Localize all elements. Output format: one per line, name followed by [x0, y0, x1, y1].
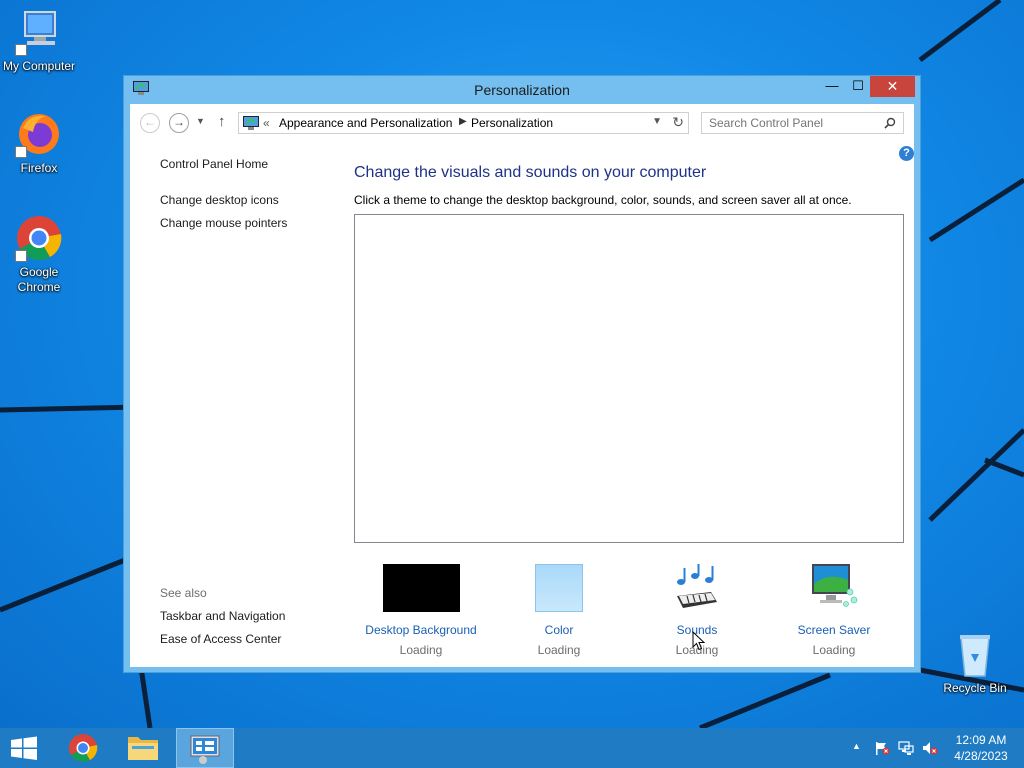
change-mouse-pointers-link[interactable]: Change mouse pointers: [160, 216, 287, 230]
taskbar: ▲ 12:09 AM 4/28/2023: [0, 728, 1024, 768]
screen-saver-item[interactable]: Screen Saver Loading: [764, 562, 904, 657]
refresh-icon[interactable]: ↻: [672, 114, 684, 131]
desktop-icon-label: My Computer: [2, 59, 76, 73]
window-content: ← → ▼ ↑ « Appearance and Personalization…: [130, 104, 914, 667]
breadcrumb-appearance[interactable]: Appearance and Personalization: [279, 116, 452, 130]
desktop-icon-label: Firefox: [20, 161, 58, 175]
sounds-icon[interactable]: [671, 562, 723, 612]
page-description: Click a theme to change the desktop back…: [354, 193, 852, 207]
clock-time[interactable]: 12:09 AM: [948, 733, 1014, 747]
desktop-icon-google-chrome[interactable]: Google Chrome: [0, 214, 78, 295]
volume-muted-icon[interactable]: [922, 741, 938, 755]
desktop-icon-my-computer[interactable]: My Computer: [0, 8, 78, 74]
screen-saver-icon[interactable]: [808, 562, 860, 612]
start-button[interactable]: [0, 728, 48, 768]
breadcrumb-overflow[interactable]: «: [263, 116, 270, 130]
recent-locations-dropdown[interactable]: ▼: [196, 116, 205, 126]
computer-icon: [15, 8, 63, 56]
taskbar-file-explorer[interactable]: [116, 728, 170, 768]
desktop-background-status: Loading: [399, 643, 443, 657]
taskbar-chrome[interactable]: [56, 728, 110, 768]
desktop-background-link[interactable]: Desktop Background: [351, 623, 491, 637]
see-also-header: See also: [160, 586, 207, 600]
address-bar[interactable]: « Appearance and Personalization ▶ Perso…: [238, 112, 689, 134]
window-title: Personalization: [474, 82, 570, 98]
page-title: Change the visuals and sounds on your co…: [354, 164, 707, 181]
back-button[interactable]: ←: [140, 113, 160, 133]
show-hidden-icons-button[interactable]: ▲: [852, 741, 861, 751]
forward-button[interactable]: →: [169, 113, 189, 133]
title-bar[interactable]: Personalization — ☐ ✕: [124, 76, 920, 104]
control-panel-icon: [190, 735, 220, 764]
search-input[interactable]: [709, 114, 884, 132]
help-icon[interactable]: ?: [899, 146, 914, 161]
desktop-icon-recycle-bin[interactable]: Recycle Bin: [936, 630, 1014, 696]
desktop-icon-firefox[interactable]: Firefox: [0, 110, 78, 176]
close-button[interactable]: ✕: [870, 76, 915, 97]
action-center-flag-icon[interactable]: [874, 741, 890, 755]
chrome-icon: [15, 214, 63, 262]
maximize-button[interactable]: ☐: [844, 76, 872, 97]
change-desktop-icons-link[interactable]: Change desktop icons: [160, 193, 279, 207]
screen-saver-status: Loading: [812, 643, 856, 657]
personalization-window: Personalization — ☐ ✕ ← → ▼ ↑ « Appearan…: [123, 75, 921, 673]
theme-list[interactable]: [354, 214, 904, 543]
color-item[interactable]: Color Loading: [489, 562, 629, 657]
chevron-down-icon[interactable]: ▼: [652, 116, 662, 127]
up-button[interactable]: ↑: [218, 113, 226, 130]
mouse-cursor-icon: [692, 631, 706, 651]
color-link[interactable]: Color: [489, 623, 629, 637]
breadcrumb-separator-icon[interactable]: ▶: [459, 116, 467, 127]
search-box[interactable]: [701, 112, 904, 134]
sounds-item[interactable]: Sounds Loading: [627, 562, 767, 657]
breadcrumb-personalization[interactable]: Personalization: [471, 116, 553, 130]
desktop-icon-label: Google Chrome: [17, 265, 61, 294]
desktop-background-item[interactable]: Desktop Background Loading: [351, 562, 491, 657]
network-icon[interactable]: [898, 741, 914, 755]
clock-date[interactable]: 4/28/2023: [948, 749, 1014, 763]
chrome-icon: [69, 734, 98, 762]
folder-icon: [128, 737, 158, 760]
recycle-bin-icon: [951, 630, 999, 678]
taskbar-control-panel[interactable]: [176, 728, 234, 768]
control-panel-icon: [243, 116, 259, 130]
firefox-icon: [15, 110, 63, 158]
color-status: Loading: [537, 643, 581, 657]
control-panel-home-link[interactable]: Control Panel Home: [160, 157, 268, 171]
desktop-background-thumbnail[interactable]: [382, 564, 460, 612]
ease-of-access-center-link[interactable]: Ease of Access Center: [160, 632, 281, 646]
taskbar-and-navigation-link[interactable]: Taskbar and Navigation: [160, 609, 285, 623]
windows-logo-icon: [11, 736, 37, 760]
minimize-button[interactable]: —: [818, 76, 846, 97]
search-icon[interactable]: [884, 117, 896, 129]
color-swatch[interactable]: [535, 564, 583, 612]
screen-saver-link[interactable]: Screen Saver: [764, 623, 904, 637]
desktop-icon-label: Recycle Bin: [943, 681, 1007, 695]
